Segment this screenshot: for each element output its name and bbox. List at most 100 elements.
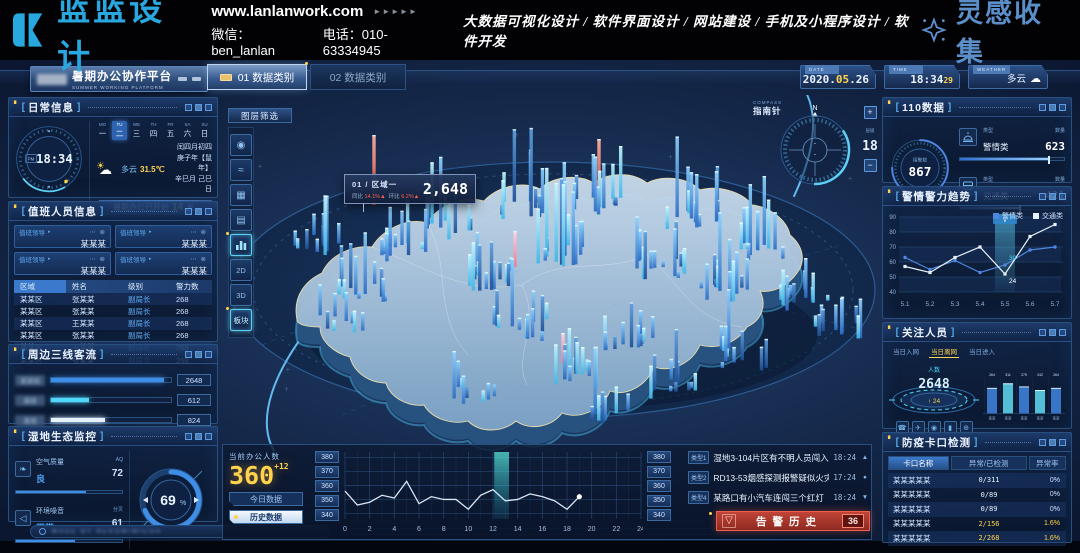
air-quality-bar[interactable] — [15, 490, 123, 494]
blocks-button[interactable]: 板块 — [230, 309, 252, 331]
zoom-in-button[interactable]: + — [864, 106, 877, 119]
cluster-button[interactable]: ▦ — [230, 184, 252, 206]
minimize-icon[interactable] — [1039, 329, 1046, 336]
focus-tab[interactable]: 当日离网 — [929, 345, 959, 358]
expand-icon[interactable] — [205, 208, 212, 215]
maximize-icon[interactable] — [1049, 193, 1056, 200]
y-tick-plate: 360 — [315, 480, 339, 492]
mode-3d-button[interactable]: 3D — [230, 284, 252, 306]
checkpoint-row[interactable]: 某某某某某0/890% — [888, 488, 1066, 503]
flow-bar-track[interactable] — [50, 417, 172, 423]
svg-text:264: 264 — [1053, 373, 1059, 377]
weekday-cell[interactable]: FR五 — [163, 121, 178, 140]
minimize-icon[interactable] — [1039, 439, 1046, 446]
minimize-icon[interactable] — [185, 351, 192, 358]
table-row[interactable]: 某某区张某某副局长268 — [14, 330, 212, 342]
minimize-icon[interactable] — [185, 104, 192, 111]
table-row[interactable]: 某某区张某某副局长268 — [14, 305, 212, 317]
weekday-cell[interactable]: MO一 — [95, 121, 110, 140]
svg-text:8: 8 — [442, 526, 446, 533]
maximize-icon[interactable] — [1049, 104, 1056, 111]
expand-icon[interactable] — [205, 104, 212, 111]
panel-duty-personnel: ▘ [值班人员信息] 值班领导▸⋯ ⊗某某某值班领导▸⋯ ⊗某某某值班领导▸⋯ … — [8, 201, 218, 342]
duty-leader-card[interactable]: 值班领导▸⋯ ⊗某某某 — [14, 252, 111, 275]
duty-leader-card[interactable]: 值班领导▸⋯ ⊗某某某 — [115, 252, 212, 275]
zoom-out-button[interactable]: − — [864, 159, 877, 172]
checkpoint-row[interactable]: 某某某某某0/890% — [888, 502, 1066, 517]
focus-tab[interactable]: 当日进入 — [967, 345, 997, 358]
tab-label: 02 数据类别 — [330, 70, 387, 85]
svg-text:+: + — [613, 300, 618, 309]
weekday-cell[interactable]: SA六 — [180, 121, 195, 140]
bar-chart-button[interactable] — [230, 234, 252, 256]
column-header-area[interactable]: 区域 — [14, 280, 66, 293]
svg-text:+: + — [515, 267, 520, 276]
platform-subtitle: SUMMER WORKING PLATFORM — [72, 85, 173, 90]
alarm-item[interactable]: 类型2RD13-53烟感探测报警疑似火灾17:24● — [688, 470, 870, 485]
duty-leader-card[interactable]: 值班领导▸⋯ ⊗某某某 — [115, 225, 212, 248]
maximize-icon[interactable] — [195, 433, 202, 440]
mode-2d-button[interactable]: 2D — [230, 259, 252, 281]
maximize-icon[interactable] — [195, 208, 202, 215]
svg-text:某某: 某某 — [1037, 416, 1045, 421]
svg-text:6: 6 — [417, 526, 421, 533]
expand-icon[interactable] — [1059, 439, 1066, 446]
column-header-name[interactable]: 姓名 — [66, 280, 122, 293]
website-link[interactable]: www.lanlanwork.com — [211, 3, 363, 20]
history-data-button[interactable]: 历史数据 — [229, 510, 303, 524]
minimize-icon[interactable] — [1039, 193, 1046, 200]
expand-icon[interactable] — [205, 433, 212, 440]
camera-button[interactable]: ◉ — [230, 134, 252, 156]
expand-icon[interactable] — [1059, 193, 1066, 200]
alarm-scroll-icon[interactable]: ▲ — [860, 454, 870, 461]
checkpoint-row[interactable]: 某某某某某2/2681.6% — [888, 531, 1066, 546]
minimize-icon[interactable] — [185, 208, 192, 215]
tab-data-category-1[interactable]: 01 数据类别 — [207, 64, 307, 90]
maximize-icon[interactable] — [1049, 439, 1056, 446]
tab-data-category-2[interactable]: 02 数据类别 — [310, 64, 406, 90]
column-header-level[interactable]: 级别 — [122, 280, 170, 293]
title-mini-button[interactable] — [192, 77, 201, 81]
today-data-button[interactable]: 今日数据 — [229, 492, 303, 506]
alarm-scroll-icon[interactable]: ● — [860, 474, 870, 481]
alarm-item[interactable]: 类型1湿地3-104片区有不明人员闯入18:24▲ — [688, 450, 870, 465]
checkpoint-row[interactable]: 某某某某某0/3110% — [888, 473, 1066, 488]
compass-dial[interactable]: N ˆ ˇ — [775, 102, 855, 190]
week-row: MO一TU二WE三TH四FR五SA六SU日 — [95, 121, 212, 140]
signal-button[interactable]: ≈ — [230, 159, 252, 181]
expand-icon[interactable] — [1059, 104, 1066, 111]
alarm-history-button[interactable]: ▽ 告警历史 36 — [716, 511, 870, 531]
bar-chart-icon — [235, 239, 247, 251]
weekday-cell[interactable]: WE三 — [129, 121, 144, 140]
minimize-icon[interactable] — [1039, 104, 1046, 111]
checkpoint-header-rate[interactable]: 异常率 — [1029, 456, 1066, 470]
weekday-cell[interactable]: SU日 — [197, 121, 212, 140]
minimize-icon[interactable] — [185, 433, 192, 440]
column-header-count[interactable]: 警力数 — [170, 280, 212, 293]
lunar-calendar: 闰四月初四庚子年【鼠年】辛巳月 己巳日 — [171, 143, 212, 196]
duty-leader-card[interactable]: 值班领导▸⋯ ⊗某某某 — [14, 225, 111, 248]
weekday-cell[interactable]: TH四 — [146, 121, 161, 140]
expand-icon[interactable] — [1059, 329, 1066, 336]
svg-text:30: 30 — [1009, 255, 1017, 262]
list-button[interactable]: ▤ — [230, 209, 252, 231]
checkpoint-header-name[interactable]: 卡口名称 — [888, 456, 949, 470]
svg-text:+: + — [285, 365, 290, 374]
weekday-cell[interactable]: TU二 — [112, 121, 127, 140]
maximize-icon[interactable] — [195, 351, 202, 358]
flow-bar-track[interactable] — [50, 397, 172, 403]
checkpoint-header-ratio[interactable]: 异常/已检测 — [951, 456, 1027, 470]
maximize-icon[interactable] — [195, 104, 202, 111]
expand-icon[interactable] — [205, 351, 212, 358]
focus-tab[interactable]: 当日入网 — [891, 345, 921, 358]
inspiration-collect-button[interactable]: 灵感收集 — [920, 0, 1064, 69]
table-row[interactable]: 某某区王某某副局长268 — [14, 317, 212, 329]
noise-bar[interactable] — [15, 539, 123, 543]
alarm-scroll-icon[interactable]: ▼ — [860, 494, 870, 501]
flow-bar-value: 824 — [177, 414, 211, 426]
alarm-item[interactable]: 类型4某路口有小汽车连闯三个红灯18:24▼ — [688, 490, 870, 505]
checkpoint-row[interactable]: 某某某某某2/1561.6% — [888, 517, 1066, 532]
maximize-icon[interactable] — [1049, 329, 1056, 336]
flow-bar-track[interactable] — [50, 377, 172, 383]
table-row[interactable]: 某某区张某某副局长268 — [14, 293, 212, 305]
